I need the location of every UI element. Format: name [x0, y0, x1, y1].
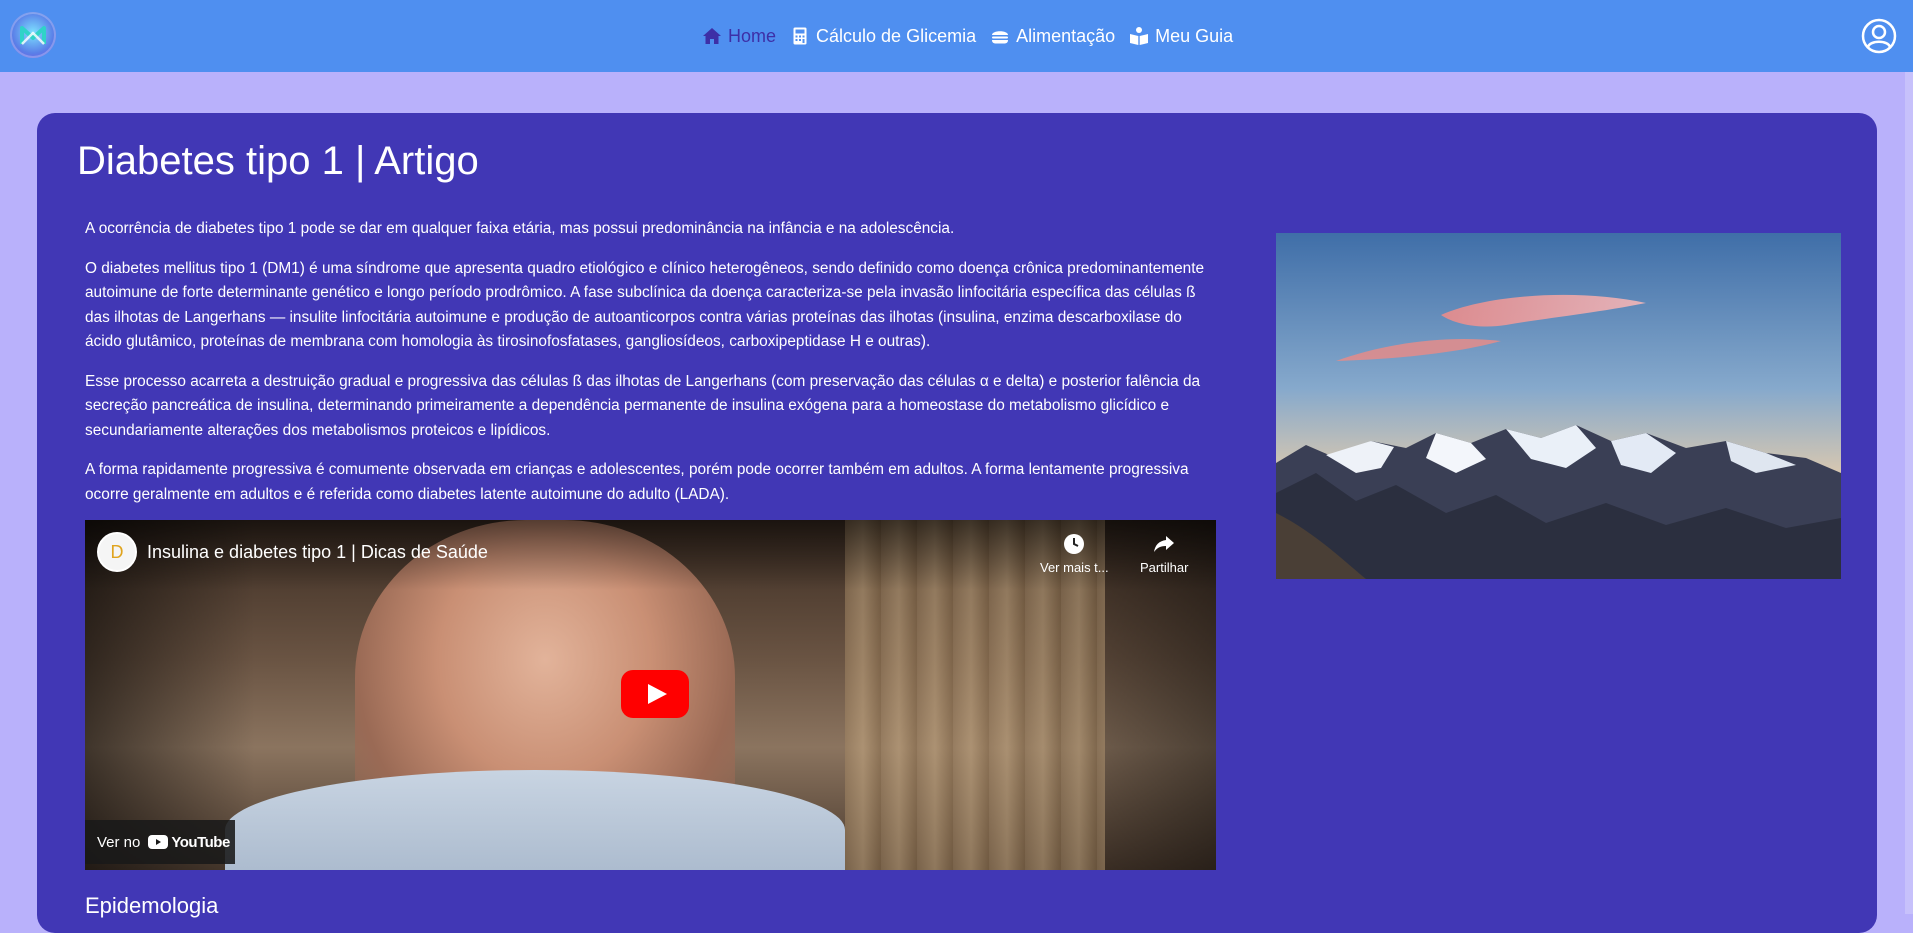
article-card: Diabetes tipo 1 | Artigo A ocorrência de… [37, 113, 1877, 933]
top-navbar: Home Cálculo de Glicemia Alimentação Meu… [0, 0, 1913, 72]
clock-icon [1064, 534, 1085, 554]
article-paragraph: A ocorrência de diabetes tipo 1 pode se … [85, 220, 955, 237]
calculator-icon [793, 27, 807, 45]
share-arrow-icon [1154, 536, 1175, 552]
app-logo-icon[interactable] [10, 12, 56, 58]
video-embed[interactable]: D Insulina e diabetes tipo 1 | Dicas de … [85, 520, 1216, 870]
section-heading: Epidemologia [85, 893, 219, 918]
nav-item-meu-guia[interactable]: Meu Guia [1129, 26, 1233, 47]
nav-item-home[interactable]: Home [702, 26, 776, 47]
article-paragraph: O diabetes mellitus tipo 1 (DM1) é uma s… [85, 259, 1205, 351]
nav-item-label: Alimentação [1016, 25, 1116, 46]
video-title[interactable]: Insulina e diabetes tipo 1 | Dicas de Sa… [147, 542, 488, 563]
article-body: A ocorrência de diabetes tipo 1 pode se … [85, 217, 1220, 522]
nav-item-glicemia[interactable]: Cálculo de Glicemia [790, 26, 976, 47]
article-paragraph: Esse processo acarreta a destruição grad… [85, 372, 1201, 439]
video-presenter-shirt [225, 770, 845, 870]
watch-on-label: Ver no [97, 833, 141, 851]
guide-book-icon [1130, 27, 1149, 45]
page-scrollbar[interactable] [1905, 72, 1913, 914]
channel-initial: D [110, 541, 124, 562]
watch-on-youtube-button[interactable]: Ver no YouTube [85, 820, 235, 864]
burger-icon [992, 31, 1009, 44]
nav-item-alimentacao[interactable]: Alimentação [990, 26, 1115, 47]
nav-item-label: Cálculo de Glicemia [816, 25, 977, 46]
youtube-logo-icon: YouTube [148, 833, 230, 851]
nav-item-label: Meu Guia [1155, 25, 1234, 46]
youtube-wordmark: YouTube [171, 833, 230, 851]
nav-item-label: Home [728, 25, 777, 46]
mountain-sunset-image [1276, 233, 1841, 579]
main-nav: Home Cálculo de Glicemia Alimentação Meu… [702, 0, 1233, 72]
play-button-icon[interactable] [621, 670, 689, 718]
share-button[interactable]: Partilhar [1140, 532, 1188, 575]
page-title: Diabetes tipo 1 | Artigo [77, 139, 479, 183]
channel-avatar[interactable]: D [97, 532, 137, 572]
home-icon [703, 28, 721, 44]
share-label: Partilhar [1140, 560, 1189, 575]
watch-later-button[interactable]: Ver mais t... [1040, 532, 1109, 575]
watch-later-label: Ver mais t... [1040, 560, 1109, 575]
user-circle-icon[interactable] [1861, 18, 1897, 54]
article-paragraph: A forma rapidamente progressiva é comume… [85, 461, 1189, 503]
